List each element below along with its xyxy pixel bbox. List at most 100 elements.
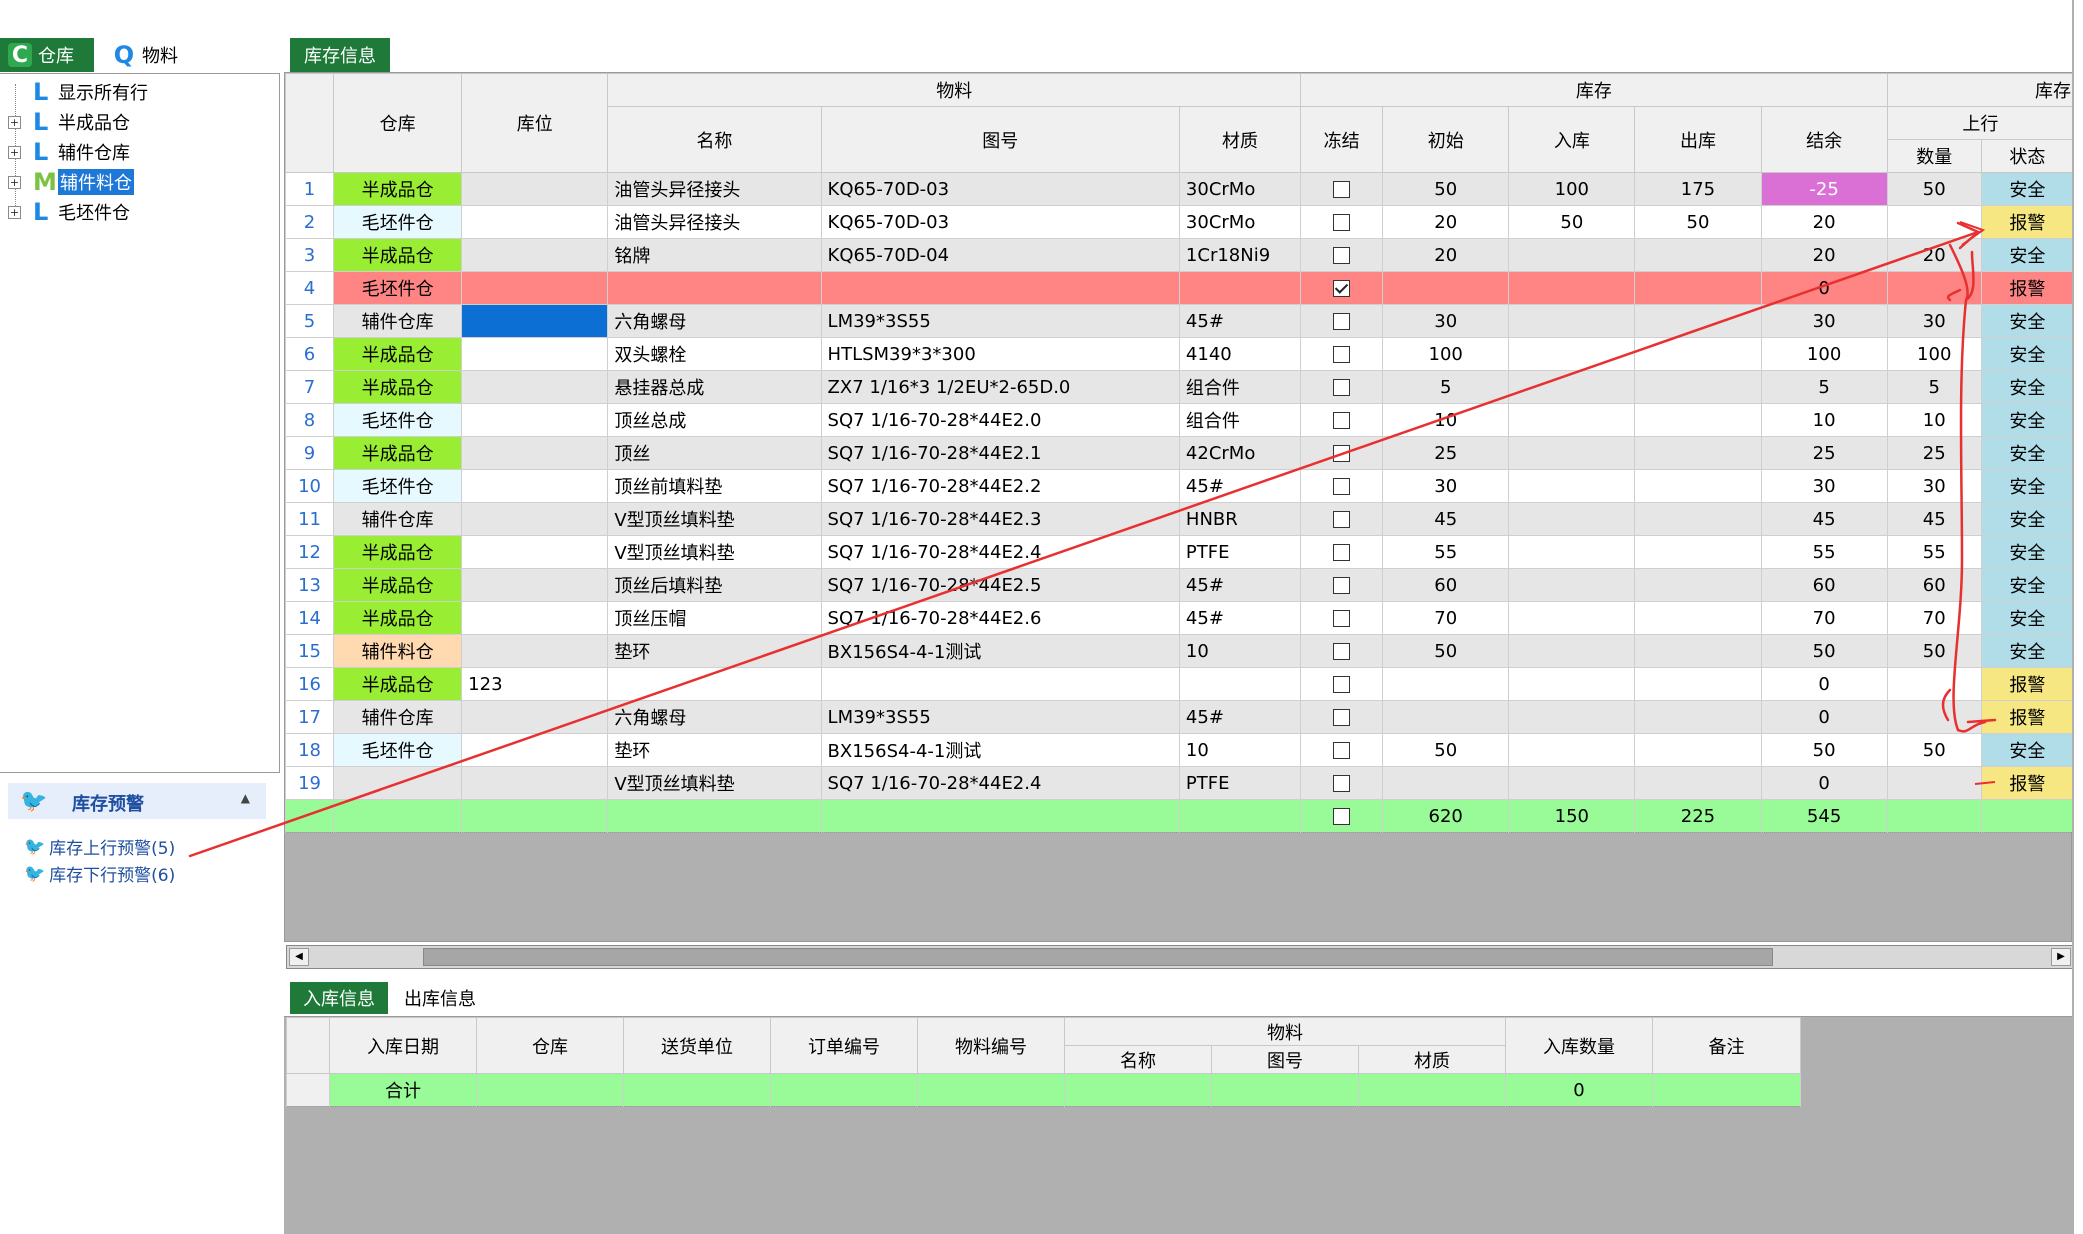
cell-location[interactable]	[461, 403, 609, 437]
frozen-checkbox[interactable]	[1333, 313, 1351, 330]
cell-location[interactable]	[461, 733, 609, 767]
cell-initial[interactable]: 10	[1382, 403, 1510, 437]
cell-material[interactable]: PTFE	[1178, 766, 1302, 800]
cell-warehouse[interactable]: 半成品仓	[333, 238, 463, 272]
cell-name[interactable]: 铭牌	[607, 238, 822, 272]
cell-location[interactable]	[461, 700, 609, 734]
cell-name[interactable]: 悬挂器总成	[607, 370, 822, 404]
cell-inbound[interactable]	[1508, 733, 1636, 767]
cell-warehouse[interactable]: 毛坯件仓	[333, 271, 463, 305]
cell-name[interactable]: 顶丝前填料垫	[607, 469, 822, 503]
cell-frozen[interactable]	[1300, 766, 1384, 800]
cell-material[interactable]: 30CrMo	[1178, 172, 1302, 206]
cell-balance[interactable]: 20	[1760, 238, 1888, 272]
cell-frozen[interactable]	[1300, 238, 1384, 272]
header-warehouse[interactable]: 仓库	[333, 73, 463, 173]
cell-location[interactable]	[461, 205, 609, 239]
cell-frozen[interactable]	[1300, 205, 1384, 239]
cell-frozen[interactable]	[1300, 337, 1384, 371]
cell-frozen[interactable]	[1300, 403, 1384, 437]
cell-outbound[interactable]	[1634, 436, 1762, 470]
cell-warehouse[interactable]: 毛坯件仓	[333, 469, 463, 503]
cell-name[interactable]: 垫环	[607, 733, 822, 767]
header-in-name[interactable]: 名称	[1064, 1045, 1212, 1074]
cell-outbound[interactable]	[1634, 700, 1762, 734]
table-row[interactable]: 14 半成品仓 顶丝压帽 SQ7 1/16-70-28*44E2.6 45# 70 70 70…	[284, 601, 2075, 635]
cell-warehouse[interactable]: 半成品仓	[333, 535, 463, 569]
cell-outbound[interactable]	[1634, 766, 1762, 800]
cell-qty[interactable]: 50	[1886, 733, 1982, 767]
cell-warehouse[interactable]: 辅件仓库	[333, 304, 463, 338]
table-row[interactable]: 5 辅件仓库 六角螺母 LM39*3S55 45# 30 30 30 安全	[284, 304, 2075, 338]
row-number[interactable]: 6	[284, 337, 335, 371]
status-badge[interactable]: 安全	[1980, 634, 2075, 668]
cell-drawing[interactable]: LM39*3S55	[820, 304, 1180, 338]
cell-drawing[interactable]: SQ7 1/16-70-28*44E2.6	[820, 601, 1180, 635]
cell-balance[interactable]: 50	[1760, 634, 1888, 668]
row-number[interactable]: 5	[284, 304, 335, 338]
cell-outbound[interactable]	[1634, 403, 1762, 437]
cell-outbound[interactable]	[1634, 535, 1762, 569]
cell-material[interactable]: 45#	[1178, 700, 1302, 734]
table-row[interactable]: 10 毛坯件仓 顶丝前填料垫 SQ7 1/16-70-28*44E2.2 45# 30 30…	[284, 469, 2075, 503]
cell-frozen[interactable]	[1300, 502, 1384, 536]
cell-initial[interactable]: 50	[1382, 733, 1510, 767]
row-number[interactable]: 7	[284, 370, 335, 404]
table-row[interactable]: 2 毛坯件仓 油管头异径接头 KQ65-70D-03 30CrMo 20 50 50 20 报警	[284, 205, 2075, 239]
header-inbound[interactable]: 入库	[1508, 106, 1636, 173]
cell-inbound[interactable]	[1508, 634, 1636, 668]
cell-name[interactable]: 顶丝后填料垫	[607, 568, 822, 602]
cell-initial[interactable]: 30	[1382, 304, 1510, 338]
cell-location[interactable]	[461, 766, 609, 800]
cell-frozen[interactable]	[1300, 733, 1384, 767]
tab-outbound-info[interactable]: 出库信息	[398, 982, 482, 1014]
cell-balance[interactable]: 45	[1760, 502, 1888, 536]
collapse-up-icon[interactable]: ▲	[241, 791, 250, 805]
status-badge[interactable]: 报警	[1980, 700, 2075, 734]
cell-initial[interactable]: 55	[1382, 535, 1510, 569]
cell-material[interactable]: 30CrMo	[1178, 205, 1302, 239]
cell-name[interactable]: 顶丝压帽	[607, 601, 822, 635]
header-in-warehouse[interactable]: 仓库	[476, 1017, 624, 1074]
cell-initial[interactable]: 50	[1382, 634, 1510, 668]
cell-initial[interactable]: 60	[1382, 568, 1510, 602]
status-badge[interactable]: 安全	[1980, 337, 2075, 371]
cell-outbound[interactable]	[1634, 337, 1762, 371]
status-badge[interactable]: 安全	[1980, 469, 2075, 503]
cell-location[interactable]	[461, 172, 609, 206]
row-number[interactable]: 1	[284, 172, 335, 206]
cell-outbound[interactable]	[1634, 733, 1762, 767]
cell-outbound[interactable]	[1634, 634, 1762, 668]
cell-location[interactable]	[461, 469, 609, 503]
frozen-checkbox[interactable]	[1333, 742, 1351, 759]
cell-qty[interactable]	[1886, 205, 1982, 239]
cell-initial[interactable]: 25	[1382, 436, 1510, 470]
cell-frozen[interactable]	[1300, 634, 1384, 668]
header-outbound[interactable]: 出库	[1634, 106, 1762, 173]
cell-frozen[interactable]	[1300, 271, 1384, 305]
cell-material[interactable]: 4140	[1178, 337, 1302, 371]
cell-balance[interactable]: 30	[1760, 304, 1888, 338]
frozen-checkbox[interactable]	[1333, 214, 1351, 231]
cell-material[interactable]: 组合件	[1178, 403, 1302, 437]
header-qty[interactable]: 数量	[1886, 139, 1982, 173]
cell-drawing[interactable]: BX156S4-4-1测试	[820, 733, 1180, 767]
row-number[interactable]: 4	[284, 271, 335, 305]
upper-warning-link[interactable]: 🐦 库存上行预警(5)	[24, 834, 175, 860]
cell-material[interactable]: 1Cr18Ni9	[1178, 238, 1302, 272]
header-name[interactable]: 名称	[607, 106, 822, 173]
cell-warehouse[interactable]: 半成品仓	[333, 436, 463, 470]
cell-drawing[interactable]: KQ65-70D-03	[820, 172, 1180, 206]
header-order-no[interactable]: 订单编号	[770, 1017, 918, 1074]
cell-frozen[interactable]	[1300, 601, 1384, 635]
cell-inbound[interactable]	[1508, 766, 1636, 800]
cell-inbound[interactable]	[1508, 568, 1636, 602]
status-badge[interactable]: 报警	[1980, 271, 2075, 305]
cell-qty[interactable]	[1886, 700, 1982, 734]
frozen-checkbox[interactable]	[1333, 412, 1351, 429]
cell-inbound[interactable]	[1508, 337, 1636, 371]
cell-inbound[interactable]	[1508, 535, 1636, 569]
row-number[interactable]: 18	[284, 733, 335, 767]
cell-drawing[interactable]: SQ7 1/16-70-28*44E2.3	[820, 502, 1180, 536]
scroll-right-icon[interactable]: ▶	[2051, 948, 2071, 966]
